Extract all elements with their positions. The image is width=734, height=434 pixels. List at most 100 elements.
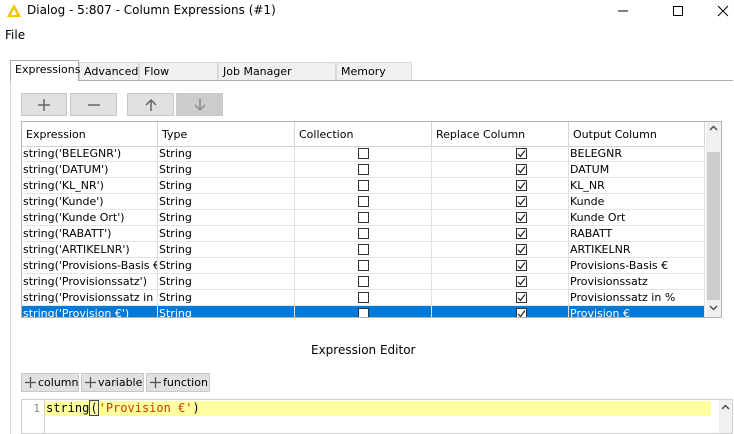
cell-type[interactable]: String xyxy=(158,226,295,242)
cell-expression[interactable]: string('Kunde Ort') xyxy=(22,210,158,226)
cell-output-column[interactable]: Kunde xyxy=(569,194,705,210)
cell-replace-column[interactable] xyxy=(432,210,569,226)
cell-replace-column[interactable] xyxy=(432,274,569,290)
tab-flow-variables[interactable]: Flow Variables xyxy=(139,62,218,96)
cell-expression[interactable]: string('ARTIKELNR') xyxy=(22,242,158,258)
replace-column-checkbox[interactable] xyxy=(516,276,527,287)
table-row[interactable]: string('DATUM') String DATUM xyxy=(22,162,705,178)
replace-column-checkbox[interactable] xyxy=(516,244,527,255)
cell-collection[interactable] xyxy=(295,210,432,226)
cell-output-column[interactable]: KL_NR xyxy=(569,178,705,194)
collection-checkbox[interactable] xyxy=(358,196,369,207)
cell-type[interactable]: String xyxy=(158,194,295,210)
cell-type[interactable]: String xyxy=(158,274,295,290)
table-row[interactable]: string('Kunde') String Kunde xyxy=(22,194,705,210)
replace-column-checkbox[interactable] xyxy=(516,196,527,207)
cell-replace-column[interactable] xyxy=(432,194,569,210)
table-scrollbar[interactable] xyxy=(706,122,721,317)
cell-expression[interactable]: string('BELEGNR') xyxy=(22,146,158,162)
cell-type[interactable]: String xyxy=(158,210,295,226)
cell-expression[interactable]: string('Provision €') xyxy=(22,306,158,317)
remove-expression-button[interactable] xyxy=(70,93,117,116)
cell-expression[interactable]: string('KL_NR') xyxy=(22,178,158,194)
insert-variable-button[interactable]: variable xyxy=(81,373,144,392)
collection-checkbox[interactable] xyxy=(358,308,369,317)
header-replace-column[interactable]: Replace Column xyxy=(432,122,569,146)
tab-advanced[interactable]: Advanced xyxy=(79,62,139,80)
cell-expression[interactable]: string('Provisionssatz') xyxy=(22,274,158,290)
cell-collection[interactable] xyxy=(295,178,432,194)
table-row[interactable]: string('Provisionssatz in %')String Provi… xyxy=(22,290,705,306)
cell-replace-column[interactable] xyxy=(432,178,569,194)
cell-type[interactable]: String xyxy=(158,290,295,306)
table-row[interactable]: string('RABATT') String RABATT xyxy=(22,226,705,242)
cell-type[interactable]: String xyxy=(158,178,295,194)
replace-column-checkbox[interactable] xyxy=(516,228,527,239)
table-row[interactable]: string('Provision €') String Provision € xyxy=(22,306,705,317)
close-button[interactable] xyxy=(700,0,734,22)
menu-file[interactable]: File xyxy=(5,28,25,42)
cell-output-column[interactable]: Provisionssatz xyxy=(569,274,705,290)
cell-replace-column[interactable] xyxy=(432,306,569,317)
replace-column-checkbox[interactable] xyxy=(516,308,527,317)
cell-output-column[interactable]: ARTIKELNR xyxy=(569,242,705,258)
tab-expressions[interactable]: Expressions xyxy=(10,60,80,81)
cell-type[interactable]: String xyxy=(158,258,295,274)
replace-column-checkbox[interactable] xyxy=(516,260,527,271)
cell-output-column[interactable]: BELEGNR xyxy=(569,146,705,162)
tab-job-manager-selection[interactable]: Job Manager Selection xyxy=(218,62,336,96)
cell-type[interactable]: String xyxy=(158,146,295,162)
table-row[interactable]: string('BELEGNR') String BELEGNR xyxy=(22,146,705,162)
cell-expression[interactable]: string('Provisions-Basis €') xyxy=(22,258,158,274)
chevron-down-icon[interactable] xyxy=(709,303,718,312)
editor-scrollbar[interactable] xyxy=(719,400,732,433)
table-row[interactable]: string('ARTIKELNR') String ARTIKELNR xyxy=(22,242,705,258)
collection-checkbox[interactable] xyxy=(358,164,369,175)
minimize-button[interactable] xyxy=(600,0,646,22)
tab-memory-policy[interactable]: Memory Policy xyxy=(336,62,412,96)
add-expression-button[interactable] xyxy=(21,93,67,116)
collection-checkbox[interactable] xyxy=(358,180,369,191)
cell-expression[interactable]: string('Kunde') xyxy=(22,194,158,210)
maximize-button[interactable] xyxy=(655,0,701,22)
cell-collection[interactable] xyxy=(295,162,432,178)
collection-checkbox[interactable] xyxy=(358,276,369,287)
cell-collection[interactable] xyxy=(295,242,432,258)
replace-column-checkbox[interactable] xyxy=(516,212,527,223)
collection-checkbox[interactable] xyxy=(358,228,369,239)
cell-replace-column[interactable] xyxy=(432,290,569,306)
cell-replace-column[interactable] xyxy=(432,242,569,258)
cell-type[interactable]: String xyxy=(158,162,295,178)
cell-replace-column[interactable] xyxy=(432,146,569,162)
cell-type[interactable]: String xyxy=(158,306,295,317)
replace-column-checkbox[interactable] xyxy=(516,292,527,303)
cell-expression[interactable]: string('DATUM') xyxy=(22,162,158,178)
move-down-button[interactable] xyxy=(176,93,223,116)
cell-output-column[interactable]: Provisionssatz in % xyxy=(569,290,705,306)
cell-collection[interactable] xyxy=(295,226,432,242)
cell-replace-column[interactable] xyxy=(432,162,569,178)
scrollbar-thumb[interactable] xyxy=(707,152,720,300)
replace-column-checkbox[interactable] xyxy=(516,164,527,175)
cell-collection[interactable] xyxy=(295,290,432,306)
replace-column-checkbox[interactable] xyxy=(516,148,527,159)
insert-function-button[interactable]: function xyxy=(146,373,210,392)
cell-expression[interactable]: string('Provisionssatz in %') xyxy=(22,290,158,306)
cell-output-column[interactable]: Provision € xyxy=(569,306,705,317)
collection-checkbox[interactable] xyxy=(358,148,369,159)
cell-expression[interactable]: string('RABATT') xyxy=(22,226,158,242)
cell-type[interactable]: String xyxy=(158,242,295,258)
cell-output-column[interactable]: RABATT xyxy=(569,226,705,242)
header-type[interactable]: Type xyxy=(158,122,295,146)
move-up-button[interactable] xyxy=(127,93,174,116)
table-row[interactable]: string('KL_NR') String KL_NR xyxy=(22,178,705,194)
replace-column-checkbox[interactable] xyxy=(516,180,527,191)
collection-checkbox[interactable] xyxy=(358,260,369,271)
cell-replace-column[interactable] xyxy=(432,226,569,242)
cell-collection[interactable] xyxy=(295,274,432,290)
collection-checkbox[interactable] xyxy=(358,212,369,223)
table-row[interactable]: string('Provisions-Basis €') String Provis… xyxy=(22,258,705,274)
table-row[interactable]: string('Provisionssatz') String Provisions… xyxy=(22,274,705,290)
header-expression[interactable]: Expression xyxy=(22,122,158,146)
header-collection[interactable]: Collection xyxy=(295,122,432,146)
